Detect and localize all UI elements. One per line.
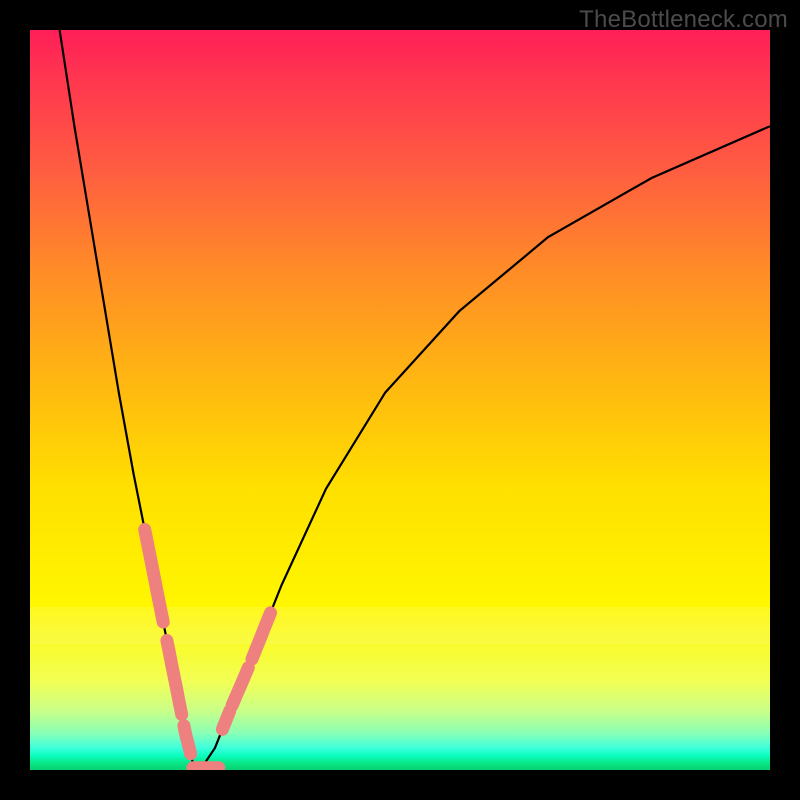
- highlight-segment: [145, 530, 164, 623]
- curve-left: [60, 30, 201, 770]
- chart-container: TheBottleneck.com: [0, 0, 800, 800]
- highlight-segment: [167, 641, 182, 715]
- highlight-segment: [252, 613, 271, 659]
- watermark-text: TheBottleneck.com: [579, 6, 788, 34]
- plot-area: [30, 30, 770, 770]
- curve-right: [200, 126, 770, 770]
- highlight-segment: [184, 726, 191, 754]
- highlight-segments: [145, 530, 271, 768]
- highlight-segment: [222, 711, 229, 730]
- curve-layer: [30, 30, 770, 770]
- highlight-segment: [232, 668, 248, 706]
